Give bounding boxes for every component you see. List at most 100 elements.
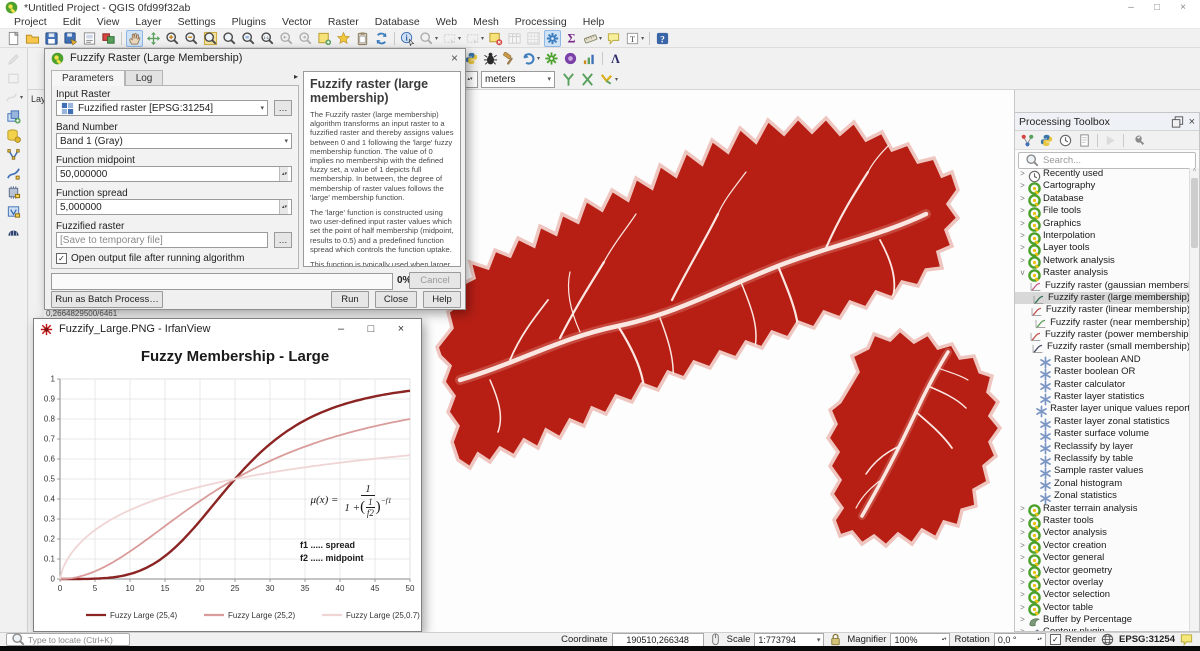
add-rectangle-button[interactable] [5,70,22,87]
osgeo-plugin-button[interactable] [562,50,579,67]
toolbox-item-raster-calculator[interactable]: Raster calculator [1015,379,1190,391]
map-raster[interactable] [429,90,1014,632]
toolbox-item-vector-selection[interactable]: >Vector selection [1015,589,1190,601]
toolbox-item-fuzzify-raster-large-membership-[interactable]: Fuzzify raster (large membership) [1015,292,1190,304]
crs-globe-icon[interactable] [1100,632,1115,647]
zoom-to-selection-button[interactable] [221,30,238,47]
spatial-bookmarks-button[interactable] [335,30,352,47]
help-collapse-arrow[interactable]: ▸ [294,72,298,81]
help-button[interactable]: Help [423,291,461,308]
new-map-view-button[interactable] [316,30,333,47]
toolbox-item-fuzzify-raster-gaussian-membership-[interactable]: Fuzzify raster (gaussian membership) [1015,280,1190,292]
deselect-features-button[interactable]: ▾ [464,30,485,47]
window-maximize-button[interactable]: □ [1144,2,1170,13]
panel-float-icon[interactable] [1170,114,1185,129]
identify-features-button[interactable]: i [399,30,416,47]
statistical-summary-button[interactable]: Σ [563,30,580,47]
tracing-tool-button[interactable] [560,71,577,88]
first-aid-debug-button[interactable] [482,50,499,67]
expression-plugin-button[interactable]: Λ [607,50,624,67]
zoom-full-extent-button[interactable] [202,30,219,47]
menu-layer[interactable]: Layer [127,16,169,28]
toolbox-item-vector-geometry[interactable]: >Vector geometry [1015,565,1190,577]
add-curve-button[interactable]: ▾ [3,89,24,106]
menu-help[interactable]: Help [575,16,613,28]
project-open-button[interactable] [24,30,41,47]
project-new-button[interactable] [5,30,22,47]
toolbox-item-vector-creation[interactable]: >Vector creation [1015,540,1190,552]
new-spatialite-layer-button[interactable] [5,127,22,144]
intersection-snapping-button[interactable] [579,71,596,88]
extent-toggle-icon[interactable] [708,632,723,647]
toolbox-item-database[interactable]: >Database [1015,193,1190,205]
toolbox-item-raster-boolean-and[interactable]: Raster boolean AND [1015,354,1190,366]
layout-manager-button[interactable] [354,30,371,47]
input-raster-browse-button[interactable]: … [274,100,292,116]
coordinate-input[interactable]: 190510,266348 [612,633,704,647]
refresh-map-button[interactable] [373,30,390,47]
viewer-maximize-button[interactable]: □ [356,323,386,335]
toolbox-item-raster-layer-unique-values-report[interactable]: Raster layer unique values report [1015,403,1190,415]
pan-map-button[interactable] [126,30,143,47]
toolbox-item-sample-raster-values[interactable]: Sample raster values [1015,465,1190,477]
toolbox-item-fuzzify-raster-small-membership-[interactable]: Fuzzify raster (small membership) [1015,341,1190,353]
scale-combo[interactable]: 1:773794▾ [754,633,824,647]
new-gpx-layer-button[interactable] [5,165,22,182]
crs-value[interactable]: EPSG:31254 [1119,634,1175,645]
window-minimize-button[interactable]: – [1118,2,1144,13]
menu-web[interactable]: Web [428,16,465,28]
toolbox-results-viewer-button[interactable] [1076,132,1093,149]
toolbox-item-vector-general[interactable]: >Vector general [1015,552,1190,564]
pan-to-selection-button[interactable] [145,30,162,47]
open-attribute-table-button[interactable] [506,30,523,47]
toolbox-item-raster-terrain-analysis[interactable]: >Raster terrain analysis [1015,503,1190,515]
toolbox-item-zonal-statistics[interactable]: Zonal statistics [1015,490,1190,502]
menu-edit[interactable]: Edit [55,16,89,28]
toolbox-item-zonal-histogram[interactable]: Zonal histogram [1015,478,1190,490]
run-button[interactable]: Run [331,291,369,308]
viewer-close-button[interactable]: × [386,323,416,335]
db-manager-button[interactable] [5,222,22,239]
toolbox-python-scripts-button[interactable] [1038,132,1055,149]
new-virtual-layer-button[interactable] [5,203,22,220]
zoom-in-button[interactable] [164,30,181,47]
render-checkbox[interactable]: ✓ [1050,634,1061,645]
open-output-checkbox[interactable]: ✓ [56,253,67,264]
project-save-as-button[interactable] [62,30,79,47]
tab-log[interactable]: Log [125,70,164,86]
zoom-out-button[interactable] [183,30,200,47]
menu-mesh[interactable]: Mesh [465,16,507,28]
toolbox-search-input[interactable]: Search... [1018,152,1196,169]
dialog-close-button[interactable]: × [449,51,460,65]
menu-database[interactable]: Database [367,16,428,28]
toolbox-item-raster-layer-statistics[interactable]: Raster layer statistics [1015,391,1190,403]
toolbox-item-reclassify-by-layer[interactable]: Reclassify by layer [1015,441,1190,453]
toolbox-item-raster-boolean-or[interactable]: Raster boolean OR [1015,366,1190,378]
toolbox-item-buffer-by-percentage[interactable]: >Buffer by Percentage [1015,614,1190,626]
lock-scale-icon[interactable] [828,632,843,647]
open-data-source-manager-button[interactable] [487,30,504,47]
text-annotation-button[interactable]: T▾ [624,30,645,47]
toolbox-item-reclassify-by-table[interactable]: Reclassify by table [1015,453,1190,465]
toggle-editing-button[interactable] [5,51,22,68]
panel-close-button[interactable]: × [1189,116,1195,128]
processing-toolbox-toggle-button[interactable] [544,30,561,47]
close-button[interactable]: Close [375,291,417,308]
style-manager-button[interactable] [100,30,117,47]
snapping-options-button[interactable]: ▾ [598,71,619,88]
toolbox-item-file-tools[interactable]: >File tools [1015,205,1190,217]
new-shapefile-layer-button[interactable] [5,146,22,163]
field-calculator-button[interactable] [525,30,542,47]
zoom-last-button[interactable] [278,30,295,47]
function-midpoint-spinbox[interactable]: 50,000000 ▴▾ [56,166,292,182]
toolbox-item-contour-plugin[interactable]: >Contour plugin [1015,626,1190,631]
run-as-batch-button[interactable]: Run as Batch Process… [51,291,163,308]
data-plotly-plugin-button[interactable] [581,50,598,67]
toolbox-item-recently-used[interactable]: >Recently used [1015,168,1190,180]
toolbox-scrollbar[interactable]: ˄ [1189,168,1199,631]
menu-project[interactable]: Project [6,16,55,28]
toolbox-models-button[interactable] [1019,132,1036,149]
toolbox-item-graphics[interactable]: >Graphics [1015,218,1190,230]
zoom-native-resolution-button[interactable]: 1:1 [259,30,276,47]
select-by-value-button[interactable]: ▾ [418,30,439,47]
